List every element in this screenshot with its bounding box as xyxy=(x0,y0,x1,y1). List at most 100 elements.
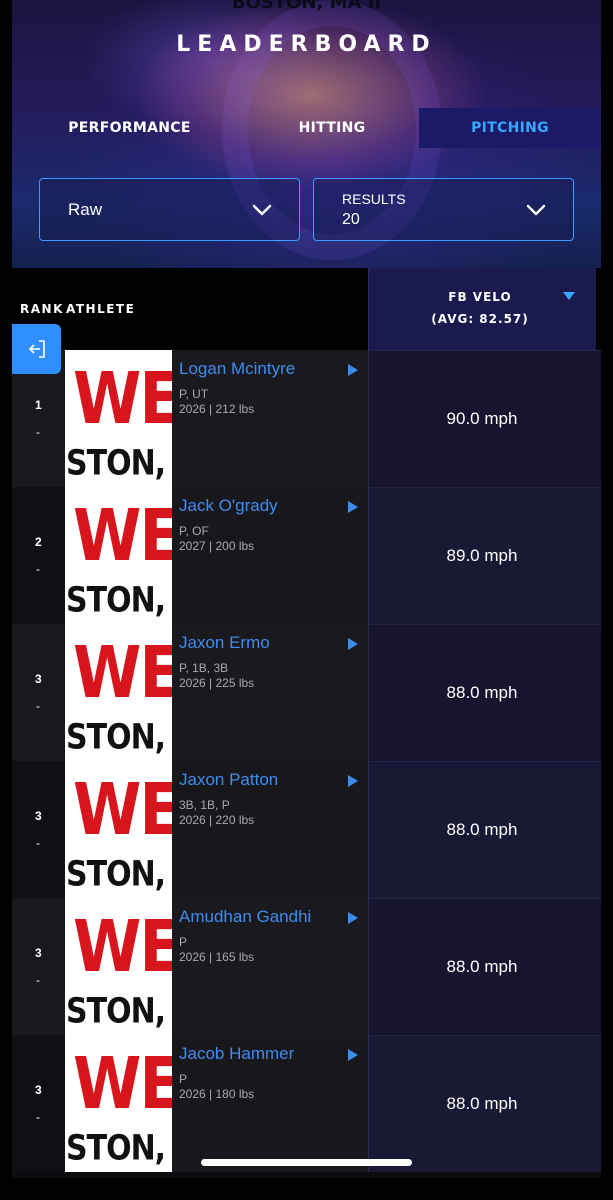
rank-cell: 3 - xyxy=(12,1035,65,1172)
athlete-class-weight: 2027 | 200 lbs xyxy=(179,539,255,553)
category-tabs: PERFORMANCE HITTING PITCHING xyxy=(12,108,601,148)
event-location: BOSTON, MA II xyxy=(231,0,382,13)
photo-text: WE xyxy=(73,767,172,852)
tab-performance[interactable]: PERFORMANCE xyxy=(42,108,217,148)
athlete-name-link[interactable]: Jaxon Patton xyxy=(179,770,278,790)
rank-number: 3 xyxy=(35,946,42,960)
athlete-photo: WE STON, MA xyxy=(65,898,172,1035)
rank-cell: 3 - xyxy=(12,624,65,761)
athlete-class-weight: 2026 | 212 lbs xyxy=(179,402,255,416)
rank-number: 3 xyxy=(35,672,42,686)
photo-text: WE xyxy=(73,1041,172,1126)
exit-icon xyxy=(28,340,45,358)
photo-text: STON, MA xyxy=(66,1128,172,1169)
mode-select[interactable]: Raw xyxy=(39,178,300,241)
athlete-info[interactable]: Jack O'grady P, OF 2027 | 200 lbs xyxy=(172,487,368,624)
play-icon[interactable] xyxy=(348,775,358,787)
athlete-column-header: ATHLETE xyxy=(66,302,136,316)
fb-velo-cell: 88.0 mph xyxy=(368,624,601,761)
home-indicator[interactable] xyxy=(201,1159,412,1166)
tab-pitching[interactable]: PITCHING xyxy=(419,108,601,148)
athlete-info[interactable]: Jaxon Patton 3B, 1B, P 2026 | 220 lbs xyxy=(172,761,368,898)
rank-number: 1 xyxy=(35,398,42,412)
fb-velo-cell: 88.0 mph xyxy=(368,1035,601,1172)
photo-text: WE xyxy=(73,356,172,441)
athlete-class-weight: 2026 | 180 lbs xyxy=(179,1087,255,1101)
metric-name: FB VELO xyxy=(448,290,512,304)
play-icon[interactable] xyxy=(348,1049,358,1061)
fb-velo-cell: 90.0 mph xyxy=(368,350,601,487)
athlete-positions: P, UT xyxy=(179,387,209,401)
table-row[interactable]: 3 - WE STON, MA Amudhan Gandhi P 2026 | … xyxy=(12,898,601,1035)
athlete-info[interactable]: Logan Mcintyre P, UT 2026 | 212 lbs xyxy=(172,350,368,487)
rank-cell: 3 - xyxy=(12,761,65,898)
fb-velo-value: 88.0 mph xyxy=(446,1094,518,1113)
photo-text: STON, MA xyxy=(66,717,172,758)
tab-hitting[interactable]: HITTING xyxy=(252,108,412,148)
rank-number: 2 xyxy=(35,535,42,549)
fb-velo-column-header[interactable]: FB VELO (AVG: 82.57) xyxy=(368,268,596,350)
athlete-photo: WE STON, MA xyxy=(65,761,172,898)
table-row[interactable]: 2 - WE STON, MA Jack O'grady P, OF 2027 … xyxy=(12,487,601,624)
athlete-info[interactable]: Amudhan Gandhi P 2026 | 165 lbs xyxy=(172,898,368,1035)
rank-change: - xyxy=(36,973,40,987)
athlete-name-link[interactable]: Amudhan Gandhi xyxy=(179,907,311,927)
chevron-down-icon xyxy=(526,204,546,216)
table-row[interactable]: 3 - WE STON, MA Jaxon Ermo P, 1B, 3B 202… xyxy=(12,624,601,761)
chevron-down-icon xyxy=(252,204,272,216)
table-row[interactable]: 3 - WE STON, MA Jaxon Patton 3B, 1B, P 2… xyxy=(12,761,601,898)
play-icon[interactable] xyxy=(348,638,358,650)
athlete-class-weight: 2026 | 165 lbs xyxy=(179,950,255,964)
leaderboard-rows: 1 - WE STON, MA Logan Mcintyre P, UT 202… xyxy=(12,350,601,1172)
header-banner: BOSTON, MA II LEADERBOARD PERFORMANCE HI… xyxy=(12,0,601,268)
rank-number: 3 xyxy=(35,1083,42,1097)
athlete-name-link[interactable]: Jack O'grady xyxy=(179,496,278,516)
photo-text: WE xyxy=(73,493,172,578)
table-row[interactable]: 3 - WE STON, MA Jacob Hammer P 2026 | 18… xyxy=(12,1035,601,1172)
play-icon[interactable] xyxy=(348,912,358,924)
page-title: LEADERBOARD xyxy=(176,32,437,57)
fb-velo-value: 88.0 mph xyxy=(446,683,518,702)
athlete-photo: WE STON, MA xyxy=(65,1035,172,1172)
rank-column-header: RANK xyxy=(20,302,64,316)
athlete-positions: P xyxy=(179,935,188,949)
rank-cell: 2 - xyxy=(12,487,65,624)
athlete-info[interactable]: Jaxon Ermo P, 1B, 3B 2026 | 225 lbs xyxy=(172,624,368,761)
rank-change: - xyxy=(36,699,40,713)
sort-down-icon xyxy=(563,292,575,300)
table-row[interactable]: 1 - WE STON, MA Logan Mcintyre P, UT 202… xyxy=(12,350,601,487)
photo-text: STON, MA xyxy=(66,854,172,895)
athlete-photo: WE STON, MA xyxy=(65,487,172,624)
rank-change: - xyxy=(36,1110,40,1124)
rank-change: - xyxy=(36,836,40,850)
fb-velo-value: 88.0 mph xyxy=(446,820,518,839)
exit-button[interactable] xyxy=(12,324,61,374)
athlete-positions: P, OF xyxy=(179,524,209,538)
fb-velo-cell: 88.0 mph xyxy=(368,898,601,1035)
mode-select-value: Raw xyxy=(68,200,103,219)
app-frame: BOSTON, MA II LEADERBOARD PERFORMANCE HI… xyxy=(12,0,601,1178)
athlete-name-link[interactable]: Jacob Hammer xyxy=(179,1044,294,1064)
athlete-name-link[interactable]: Jaxon Ermo xyxy=(179,633,270,653)
athlete-positions: P, 1B, 3B xyxy=(179,661,229,675)
results-select[interactable]: RESULTS 20 xyxy=(313,178,574,241)
photo-text: STON, MA xyxy=(66,443,172,484)
photo-text: WE xyxy=(73,904,172,989)
metric-average: (AVG: 82.57) xyxy=(431,312,529,326)
athlete-photo: WE STON, MA xyxy=(65,350,172,487)
athlete-class-weight: 2026 | 225 lbs xyxy=(179,676,255,690)
rank-change: - xyxy=(36,562,40,576)
results-select-value: 20 xyxy=(342,211,360,228)
photo-text: WE xyxy=(73,630,172,715)
athlete-positions: 3B, 1B, P xyxy=(179,798,230,812)
rank-change: - xyxy=(36,425,40,439)
fb-velo-cell: 88.0 mph xyxy=(368,761,601,898)
photo-text: STON, MA xyxy=(66,991,172,1032)
athlete-info[interactable]: Jacob Hammer P 2026 | 180 lbs xyxy=(172,1035,368,1172)
play-icon[interactable] xyxy=(348,501,358,513)
fb-velo-value: 88.0 mph xyxy=(446,957,518,976)
athlete-name-link[interactable]: Logan Mcintyre xyxy=(179,359,295,379)
table-header: RANK ATHLETE FB VELO (AVG: 82.57) xyxy=(12,268,601,350)
athlete-class-weight: 2026 | 220 lbs xyxy=(179,813,255,827)
play-icon[interactable] xyxy=(348,364,358,376)
